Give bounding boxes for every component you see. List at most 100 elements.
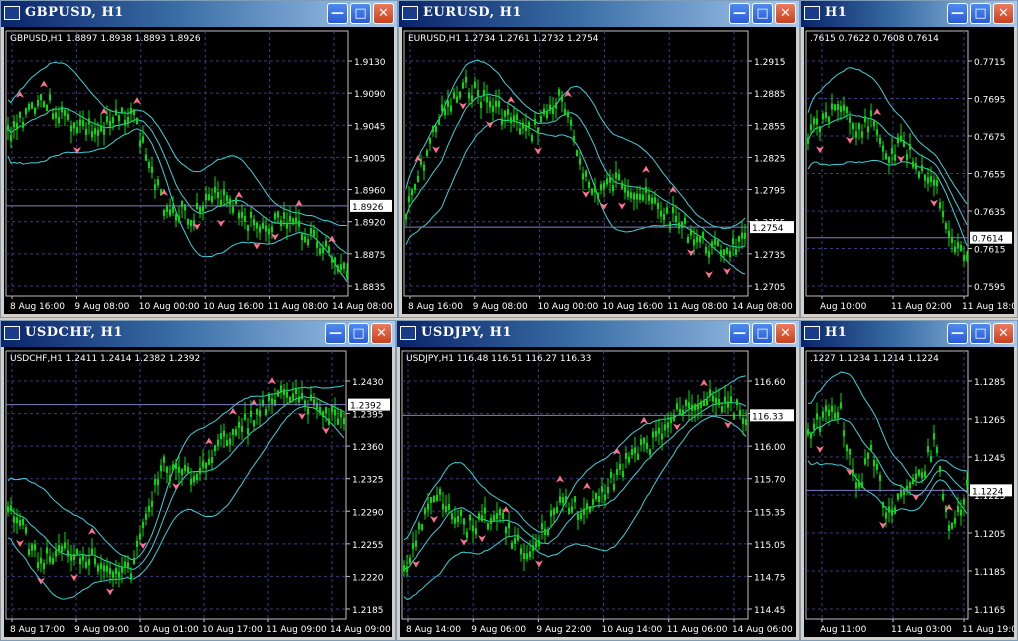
close-button[interactable]: ✕ — [775, 323, 796, 344]
candle-body — [573, 135, 575, 142]
price-chart[interactable]: 1.12851.12651.12451.12251.12051.11851.11… — [804, 347, 1014, 637]
minimize-icon: — — [733, 326, 746, 341]
candle-body — [625, 452, 627, 459]
title-bar[interactable]: GBPUSD, H1 — □ ✕ — [1, 1, 397, 27]
candle-body — [199, 468, 201, 475]
upper-band-line — [7, 61, 348, 227]
close-button[interactable]: ✕ — [775, 3, 796, 24]
chart-window-icon[interactable] — [402, 6, 418, 20]
chart-window-icon[interactable] — [4, 6, 20, 20]
chart-area[interactable]: 1.9130 1.9090 1.9045 1.9005 1.8960 1.8920 1.88… — [4, 27, 394, 314]
candle-body — [915, 473, 917, 480]
candle-body — [82, 554, 84, 561]
price-chart[interactable]: 1.29151.28851.28551.28251.27951.27651.27… — [402, 27, 796, 314]
chart-area[interactable]: 116.60116.30116.00115.70115.35115.05114.… — [400, 347, 796, 637]
candle-body — [649, 449, 651, 456]
candle-body — [481, 515, 483, 522]
maximize-button[interactable]: □ — [970, 3, 991, 24]
candle-body — [441, 104, 443, 111]
close-button[interactable]: ✕ — [993, 323, 1014, 344]
candle-body — [528, 122, 530, 129]
maximize-button[interactable]: □ — [350, 3, 371, 24]
chart-area[interactable]: 1.2430 1.2395 1.2360 1.2325 1.2290 1.2255 1.22… — [4, 347, 392, 637]
fractal-up-icon — [40, 80, 48, 88]
candle-body — [25, 527, 27, 534]
title-bar[interactable]: H1 — □ ✕ — [801, 1, 1017, 27]
candle-body — [612, 185, 614, 192]
candle-body — [526, 553, 528, 560]
chart-window-icon[interactable] — [4, 326, 20, 340]
title-bar[interactable]: USDJPY, H1 — □ ✕ — [397, 321, 799, 347]
candle-body — [616, 468, 618, 475]
candle-body — [433, 495, 435, 502]
chart-window-usdchf[interactable]: USDCHF, H1— □ ✕ 1.2430 1.2395 1.2360 1.2325 1.2… — [0, 320, 396, 641]
candle-body — [595, 493, 597, 500]
candle-body — [624, 186, 626, 193]
candle-body — [55, 550, 57, 557]
chart-window-icon[interactable] — [804, 326, 820, 340]
minimize-button[interactable]: — — [325, 323, 346, 344]
candle-body — [828, 116, 830, 123]
candle-body — [106, 116, 108, 123]
candle-body — [561, 95, 563, 102]
price-chart[interactable]: 0.7715 0.7695 0.7675 0.7655 0.7635 0.7615 0.75… — [804, 27, 1014, 314]
candle-body — [822, 411, 824, 418]
time-axis-label: 11 Aug 06:00 — [667, 625, 728, 635]
price-chart[interactable]: 1.9130 1.9090 1.9045 1.9005 1.8960 1.8920 1.88… — [4, 27, 394, 314]
current-price-label: 116.33 — [752, 412, 784, 422]
candle-body — [619, 463, 621, 470]
fractal-down-icon — [106, 588, 114, 596]
candle-body — [508, 522, 510, 529]
candle-body — [73, 122, 75, 129]
price-chart[interactable]: 116.60116.30116.00115.70115.35115.05114.… — [400, 347, 796, 637]
candle-body — [211, 457, 213, 464]
maximize-button[interactable]: □ — [348, 323, 369, 344]
close-button[interactable]: ✕ — [993, 3, 1014, 24]
maximize-button[interactable]: □ — [752, 323, 773, 344]
minimize-button[interactable]: — — [327, 3, 348, 24]
candle-body — [930, 455, 932, 462]
candle-body — [541, 523, 543, 530]
price-axis-label: 1.1245 — [974, 454, 1006, 464]
candle-body — [241, 425, 243, 432]
candle-body — [933, 179, 935, 186]
close-button[interactable]: ✕ — [371, 323, 392, 344]
title-bar[interactable]: H1 — □ ✕ — [801, 321, 1017, 347]
candle-body — [514, 538, 516, 545]
candle-body — [876, 129, 878, 136]
chart-window-eurusd[interactable]: EURUSD, H1 — □ ✕ 1.2915 1.2885 1.2855 1.2825 1.2… — [398, 0, 800, 318]
chart-window-gbpusd[interactable]: GBPUSD, H1 — □ ✕ 1.9130 1.9090 1.9045 1.9005 1.8… — [0, 0, 398, 318]
price-axis-label: 115.35 — [754, 508, 786, 518]
title-bar[interactable]: USDCHF, H1 — □ ✕ — [1, 321, 395, 347]
fractal-up-icon — [640, 416, 648, 424]
minimize-icon: — — [733, 6, 746, 21]
chart-window-third[interactable]: H1 — □ ✕ 0.7715 0.7695 0.7675 0.7655 0.7635 0.761… — [800, 0, 1018, 318]
candle-body — [966, 254, 968, 261]
candle-body — [76, 126, 78, 133]
chart-window-icon[interactable] — [804, 6, 820, 20]
fractal-up-icon — [268, 377, 276, 385]
maximize-button[interactable]: □ — [752, 3, 773, 24]
fractal-down-icon — [705, 271, 713, 279]
chart-area[interactable]: 0.7715 0.7695 0.7675 0.7655 0.7635 0.7615 0.75… — [804, 27, 1014, 314]
chart-area[interactable]: 1.1285 1.1265 1.1245 1.1225 1.1205 1.1185 1.11… — [804, 347, 1014, 637]
candle-body — [676, 403, 678, 410]
candle-body — [678, 222, 680, 229]
minimize-button[interactable]: — — [947, 323, 968, 344]
maximize-button[interactable]: □ — [970, 323, 991, 344]
minimize-button[interactable]: — — [729, 323, 750, 344]
chart-window-usdjpy[interactable]: USDJPY, H1—□✕116.60116.30116.00115.70115… — [396, 320, 800, 641]
close-button[interactable]: ✕ — [373, 3, 394, 24]
minimize-button[interactable]: — — [729, 3, 750, 24]
candle-body — [229, 198, 231, 205]
chart-window-icon[interactable] — [400, 326, 416, 340]
candle-body — [879, 137, 881, 144]
candle-body — [340, 411, 342, 418]
candle-body — [130, 108, 132, 115]
chart-area[interactable]: 1.29151.28851.28551.28251.27951.27651.27… — [402, 27, 796, 314]
chart-window-sixth[interactable]: H1— □ ✕ 1.1285 1.1265 1.1245 1.1225 1.1205 1.118… — [800, 320, 1018, 641]
price-chart[interactable]: 1.2430 1.2395 1.2360 1.2325 1.2290 1.2255 1.22… — [4, 347, 392, 637]
minimize-button[interactable]: — — [947, 3, 968, 24]
title-bar[interactable]: EURUSD, H1 — □ ✕ — [399, 1, 799, 27]
candle-body — [709, 389, 711, 396]
